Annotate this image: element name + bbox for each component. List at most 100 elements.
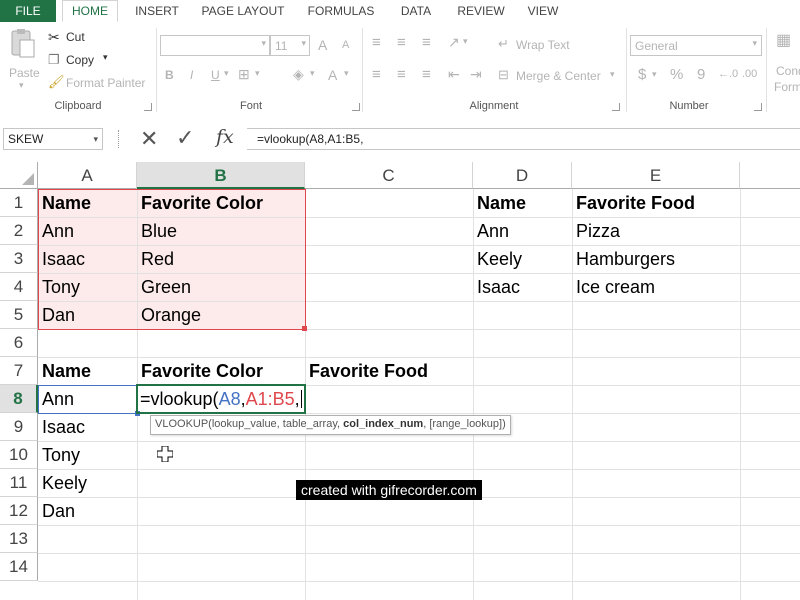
row-header-13[interactable]: 13 xyxy=(0,525,38,553)
cell-b3[interactable]: Red xyxy=(137,245,174,273)
row-header-10[interactable]: 10 xyxy=(0,441,38,469)
cancel-icon[interactable]: ✕ xyxy=(140,126,158,152)
tab-review[interactable]: REVIEW xyxy=(452,0,510,22)
clipboard-launcher-icon[interactable] xyxy=(144,103,152,111)
cell-b1[interactable]: Favorite Color xyxy=(137,189,263,217)
cell-e1[interactable]: Favorite Food xyxy=(572,189,695,217)
cell-e4[interactable]: Ice cream xyxy=(572,273,655,301)
number-format-select[interactable]: General ▾ xyxy=(630,35,762,56)
comma-style-button[interactable]: 9 xyxy=(697,66,705,83)
cell-a4[interactable]: Tony xyxy=(38,273,80,301)
increase-decimal-icon[interactable]: ←.0 xyxy=(718,68,738,80)
column-header-d[interactable]: D xyxy=(473,162,572,189)
wrap-text-button[interactable]: ↵ Wrap Text xyxy=(496,36,606,54)
cell-a12[interactable]: Dan xyxy=(38,497,75,525)
align-right-icon[interactable]: ≡ xyxy=(422,66,431,83)
column-header-e[interactable]: E xyxy=(572,162,740,189)
formula-input[interactable]: =vlookup(A8,A1:B5, xyxy=(247,128,800,150)
align-middle-icon[interactable]: ≡ xyxy=(397,34,406,51)
cell-d1[interactable]: Name xyxy=(473,189,526,217)
grow-font-button[interactable]: A xyxy=(318,37,327,53)
orientation-icon[interactable]: ↗ xyxy=(448,34,460,51)
percent-button[interactable]: % xyxy=(670,66,683,83)
cell-d3[interactable]: Keely xyxy=(473,245,522,273)
cell-b8-edit[interactable]: =vlookup(A8,A1:B5, xyxy=(136,385,302,413)
align-left-icon[interactable]: ≡ xyxy=(372,66,381,83)
tab-view[interactable]: VIEW xyxy=(518,0,568,22)
cell-d4[interactable]: Isaac xyxy=(473,273,520,301)
tab-data[interactable]: DATA xyxy=(388,0,444,22)
row-header-2[interactable]: 2 xyxy=(0,217,38,245)
select-all-button[interactable] xyxy=(0,162,38,189)
cell-a8[interactable]: Ann xyxy=(38,385,74,413)
decrease-indent-icon[interactable]: ⇤ xyxy=(448,66,460,83)
enter-icon[interactable]: ✓ xyxy=(176,125,194,151)
cell-e3[interactable]: Hamburgers xyxy=(572,245,675,273)
cell-d2[interactable]: Ann xyxy=(473,217,509,245)
row-header-7[interactable]: 7 xyxy=(0,357,38,385)
underline-button[interactable]: U xyxy=(211,68,220,82)
merge-center-button[interactable]: ⊟ Merge & Center ▾ xyxy=(496,67,622,85)
row-header-12[interactable]: 12 xyxy=(0,497,38,525)
fill-color-icon[interactable]: ◈ xyxy=(293,66,304,83)
row-header-8[interactable]: 8 xyxy=(0,385,38,413)
cell-e2[interactable]: Pizza xyxy=(572,217,620,245)
bold-button[interactable]: B xyxy=(165,68,174,82)
column-header-c[interactable]: C xyxy=(305,162,473,189)
borders-icon[interactable]: ⊞ xyxy=(238,66,250,83)
tab-file[interactable]: FILE xyxy=(0,0,56,22)
cell-a10[interactable]: Tony xyxy=(38,441,80,469)
column-header-f[interactable] xyxy=(740,162,800,189)
cell-a7[interactable]: Name xyxy=(38,357,91,385)
row-header-4[interactable]: 4 xyxy=(0,273,38,301)
worksheet-grid[interactable]: A B C D E 1 2 3 4 5 6 7 8 9 10 11 12 13 … xyxy=(0,162,800,600)
decrease-decimal-icon[interactable]: .00 xyxy=(742,68,757,80)
paste-button[interactable]: Paste ▾ xyxy=(6,28,40,98)
cell-a9[interactable]: Isaac xyxy=(38,413,85,441)
currency-dropdown-icon[interactable]: ▾ xyxy=(652,69,657,80)
cell-a11[interactable]: Keely xyxy=(38,469,87,497)
fill-color-dropdown-icon[interactable]: ▾ xyxy=(310,68,315,79)
cell-b7[interactable]: Favorite Color xyxy=(137,357,263,385)
increase-indent-icon[interactable]: ⇥ xyxy=(470,66,482,83)
cell-a5[interactable]: Dan xyxy=(38,301,75,329)
orientation-dropdown-icon[interactable]: ▾ xyxy=(463,36,468,47)
conditional-formatting-button[interactable]: ▦ Cond Form xyxy=(772,30,800,96)
row-header-3[interactable]: 3 xyxy=(0,245,38,273)
row-header-6[interactable]: 6 xyxy=(0,329,38,357)
tab-page-layout[interactable]: PAGE LAYOUT xyxy=(196,0,290,22)
insert-function-icon[interactable]: fx xyxy=(216,126,234,148)
cell-a3[interactable]: Isaac xyxy=(38,245,85,273)
row-header-14[interactable]: 14 xyxy=(0,553,38,581)
row-header-5[interactable]: 5 xyxy=(0,301,38,329)
tab-insert[interactable]: INSERT xyxy=(126,0,188,22)
column-header-a[interactable]: A xyxy=(38,162,137,189)
font-color-button[interactable]: A xyxy=(328,67,337,83)
format-painter-button[interactable]: 🖌 Format Painter xyxy=(46,74,156,92)
italic-button[interactable]: I xyxy=(190,68,193,82)
row-header-9[interactable]: 9 xyxy=(0,413,38,441)
range-resize-handle[interactable] xyxy=(302,326,307,331)
tab-home[interactable]: HOME xyxy=(62,0,118,22)
font-size-select[interactable]: 11 ▾ xyxy=(270,35,310,56)
cell-b5[interactable]: Orange xyxy=(137,301,201,329)
underline-dropdown-icon[interactable]: ▾ xyxy=(224,68,229,79)
cell-c7[interactable]: Favorite Food xyxy=(305,357,428,385)
font-launcher-icon[interactable] xyxy=(352,103,360,111)
cut-button[interactable]: ✂ Cut xyxy=(46,28,146,46)
column-header-b[interactable]: B xyxy=(137,162,305,189)
cell-b2[interactable]: Blue xyxy=(137,217,177,245)
shrink-font-button[interactable]: A xyxy=(342,39,349,51)
row-header-11[interactable]: 11 xyxy=(0,469,38,497)
currency-button[interactable]: $ xyxy=(638,66,646,83)
number-launcher-icon[interactable] xyxy=(754,103,762,111)
alignment-launcher-icon[interactable] xyxy=(612,103,620,111)
align-center-icon[interactable]: ≡ xyxy=(397,66,406,83)
align-bottom-icon[interactable]: ≡ xyxy=(422,34,431,51)
row-header-1[interactable]: 1 xyxy=(0,189,38,217)
font-name-select[interactable]: ▾ xyxy=(160,35,270,56)
font-color-dropdown-icon[interactable]: ▾ xyxy=(344,68,349,79)
cell-b4[interactable]: Green xyxy=(137,273,191,301)
cell-a1[interactable]: Name xyxy=(38,189,91,217)
cell-a2[interactable]: Ann xyxy=(38,217,74,245)
